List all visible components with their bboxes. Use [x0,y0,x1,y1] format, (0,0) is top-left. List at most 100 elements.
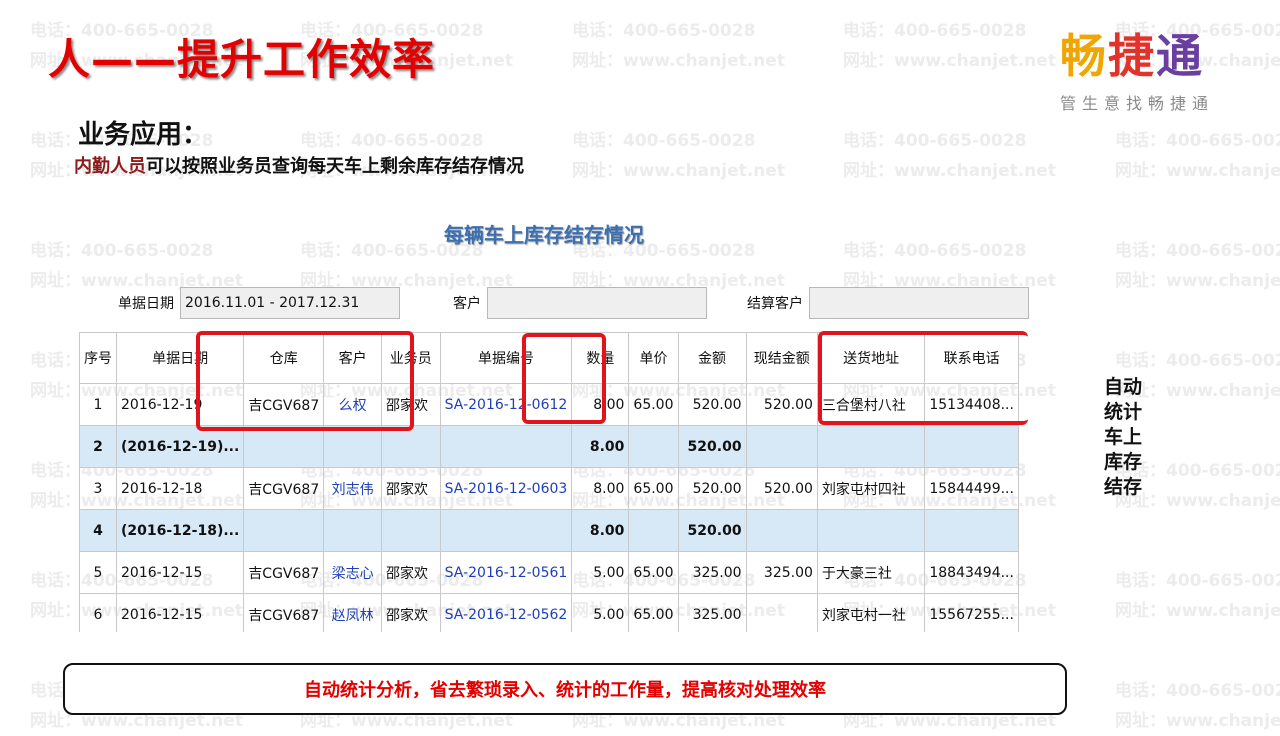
table-cell: 6 [79,593,117,632]
filter-customer-label: 客户 [453,296,481,312]
column-header[interactable]: 序号 [79,332,117,384]
table-cell [816,425,926,468]
table-cell [439,425,573,468]
table-cell: 吉CGV687 [243,467,325,510]
bottom-message: 自动统计分析，省去繁琐录入、统计的工作量，提高核对处理效率 [304,680,826,701]
table-cell: 于大豪三社 [816,551,926,594]
filter-settle-input[interactable] [809,287,1029,319]
table-cell: 520.00 [745,383,818,426]
chanjet-logo: 畅 捷 通 管生意找畅捷通 [1060,30,1250,114]
table-row[interactable]: 5 2016-12-15 吉CGV687 梁志心 邵家欢 SA-2016-12-0561 5… [79,551,1019,594]
watermark-site: 网址：www.chanjet.net [1115,161,1280,181]
watermark-phone: 电话：400-665-0028 [30,241,214,261]
watermark-tile: 电话：400-665-0028 网址：www.chanjet.net [572,16,785,76]
watermark-site: 网址：www.chanjet.net [572,161,785,181]
table-cell: 邵家欢 [380,593,441,632]
column-header[interactable]: 业务员 [380,332,441,384]
column-header[interactable]: 单据编号 [439,332,573,384]
table-cell [628,509,679,552]
subtotal-row[interactable]: 2 (2016-12-19)... 8.00 520.00 [79,425,1019,468]
stock-grid: 序号 单据日期 仓库 客户 业务员 单据编号 数量 单价 金额 现结金额 送货地址 联系电话 1 201… [79,332,1019,632]
column-header[interactable]: 单据日期 [115,332,245,384]
table-cell: 325.00 [677,593,747,632]
table-cell [745,425,818,468]
logo-char-2: 捷 [1108,29,1156,83]
table-cell: 520.00 [677,425,747,468]
table-cell: 15844499... [924,467,1019,510]
watermark-phone: 电话：400-665-0028 [1115,241,1280,261]
filter-customer-input[interactable] [487,287,707,319]
table-cell [628,425,679,468]
table-cell: 吉CGV687 [243,593,325,632]
table-cell [380,425,441,468]
column-header[interactable]: 客户 [323,332,382,384]
filter-date: 单据日期 2016.11.01 - 2017.12.31 [118,284,400,322]
watermark-tile: 电话：400-665-0028 网址：www.chanjet.net [1115,236,1280,296]
subtotal-row[interactable]: 4 (2016-12-18)... 8.00 520.00 [79,509,1019,552]
table-row[interactable]: 1 2016-12-19 吉CGV687 么权 邵家欢 SA-2016-12-0612 8.… [79,383,1019,426]
table-cell: 15134408... [924,383,1019,426]
table-title: 每辆车上库存结存情况 [444,223,644,247]
table-cell: (2016-12-18)... [115,509,245,552]
watermark-site: 网址：www.chanjet.net [572,51,785,71]
watermark-phone: 电话：400-665-0028 [843,241,1027,261]
filter-date-label: 单据日期 [118,296,174,312]
table-cell: 325.00 [677,551,747,594]
table-cell: 邵家欢 [380,383,441,426]
filter-settle: 结算客户 [747,284,1029,322]
table-cell: 3 [79,467,117,510]
table-cell [380,509,441,552]
table-cell: 520.00 [677,383,747,426]
column-header[interactable]: 金额 [677,332,747,384]
column-header[interactable]: 送货地址 [816,332,926,384]
bottom-message-bar: 自动统计分析，省去繁琐录入、统计的工作量，提高核对处理效率 [63,663,1067,715]
table-cell: 2016-12-19 [115,383,245,426]
description-highlight: 内勤人员 [74,156,146,177]
table-cell [243,509,325,552]
table-cell [323,509,382,552]
watermark-tile: 电话：400-665-0028 网址：www.chanjet.net [1115,566,1280,626]
logo-char-3: 通 [1156,29,1204,83]
table-cell: 4 [79,509,117,552]
table-cell: 2016-12-15 [115,593,245,632]
table-cell: 8.00 [571,425,630,468]
column-header[interactable]: 仓库 [243,332,325,384]
filter-date-input[interactable]: 2016.11.01 - 2017.12.31 [180,287,400,319]
table-cell: 5 [79,551,117,594]
watermark-phone: 电话：400-665-0028 [1115,571,1280,591]
column-header[interactable]: 数量 [571,332,630,384]
column-header[interactable]: 联系电话 [924,332,1019,384]
watermark-site: 网址：www.chanjet.net [843,51,1056,71]
table-cell: 5.00 [571,593,630,632]
filter-customer: 客户 [453,284,707,322]
table-cell: 65.00 [628,383,679,426]
table-cell [745,509,818,552]
table-cell: 18843494... [924,551,1019,594]
watermark-phone: 电话：400-665-0028 [1115,681,1280,701]
table-cell: SA-2016-12-0561 [439,551,573,594]
table-cell [745,593,818,632]
table-cell: 么权 [323,383,382,426]
table-cell: 邵家欢 [380,467,441,510]
column-header[interactable]: 单价 [628,332,679,384]
table-header-row: 序号 单据日期 仓库 客户 业务员 单据编号 数量 单价 金额 现结金额 送货地址 联系电话 [79,332,1019,384]
section-title: 业务应用： [78,120,209,150]
table-row[interactable]: 6 2016-12-15 吉CGV687 赵凤林 邵家欢 SA-2016-12-0562 5… [79,593,1019,632]
page-title: 人——提升工作效率 [48,35,436,84]
logo-tagline: 管生意找畅捷通 [1060,94,1215,113]
watermark-site: 网址：www.chanjet.net [843,161,1056,181]
table-cell: 5.00 [571,551,630,594]
table-cell: 65.00 [628,467,679,510]
table-cell: 赵凤林 [323,593,382,632]
table-row[interactable]: 3 2016-12-18 吉CGV687 刘志伟 邵家欢 SA-2016-12-0603 8… [79,467,1019,510]
watermark-phone: 电话：400-665-0028 [843,131,1027,151]
table-cell: 刘家屯村一社 [816,593,926,632]
table-cell: 梁志心 [323,551,382,594]
table-cell: 邵家欢 [380,551,441,594]
table-cell [924,509,1019,552]
table-cell: 2 [79,425,117,468]
table-cell: 65.00 [628,551,679,594]
table-cell: 325.00 [745,551,818,594]
table-cell: 三合堡村八社 [816,383,926,426]
column-header[interactable]: 现结金额 [745,332,818,384]
